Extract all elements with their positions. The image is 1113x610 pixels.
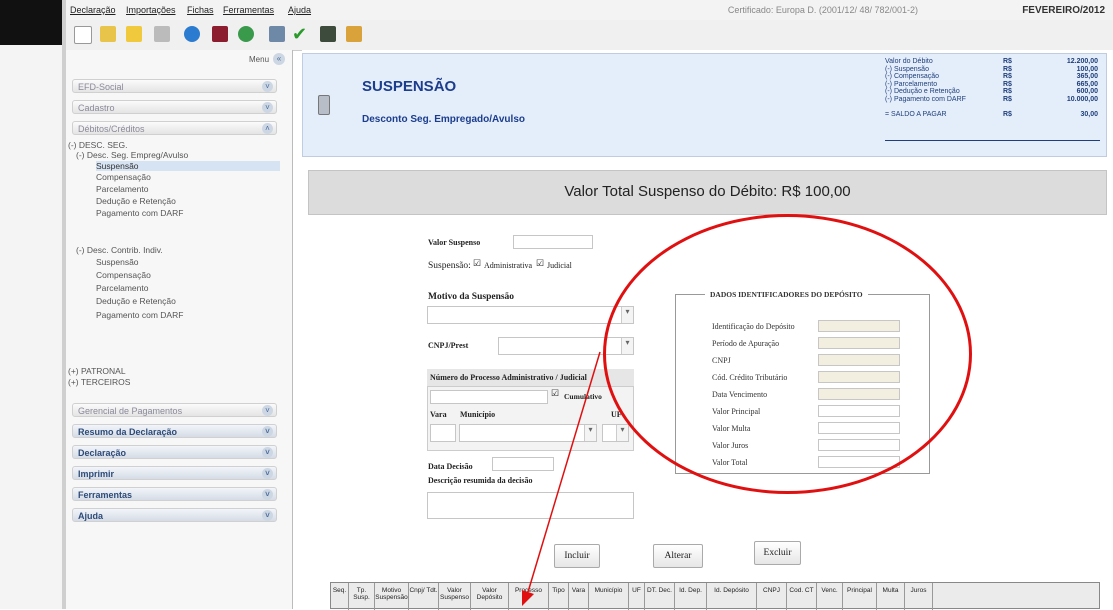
annotation-arrow xyxy=(522,351,601,606)
annotation-arrow-head xyxy=(522,590,534,606)
annotation-arrow-line xyxy=(527,351,601,593)
